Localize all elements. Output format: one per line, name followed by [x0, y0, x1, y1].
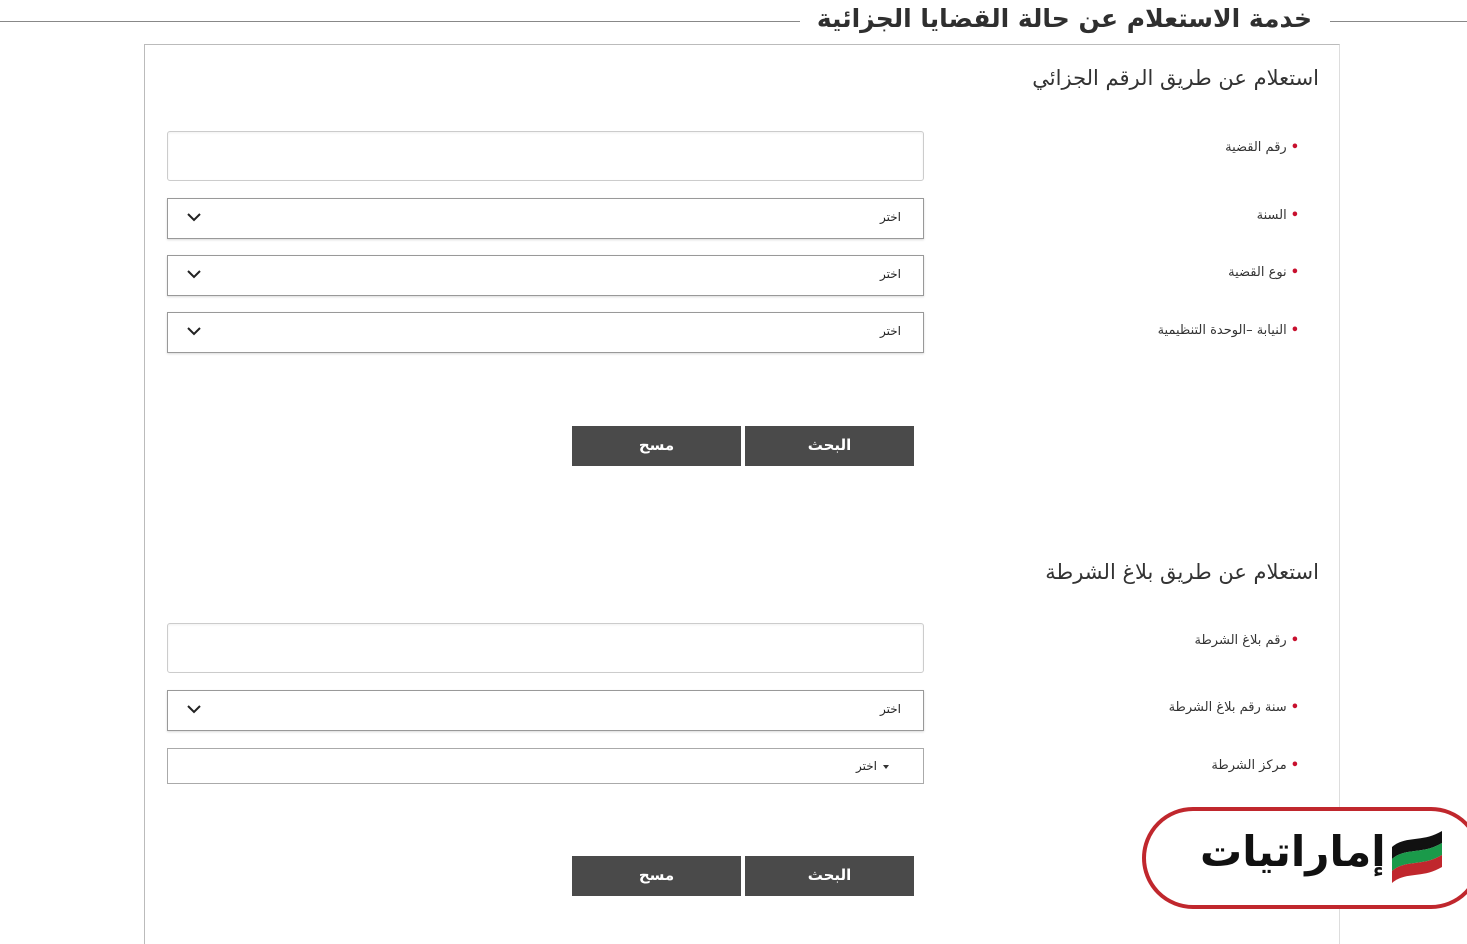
title-rule-right [1330, 21, 1467, 22]
chevron-down-icon [187, 270, 201, 279]
case-type-select[interactable]: اختر [167, 255, 924, 296]
label-police-report-year: •سنة رقم بلاغ الشرطة [1168, 700, 1299, 715]
search-button[interactable]: البحث [745, 426, 914, 466]
required-marker: • [1290, 140, 1299, 155]
case-type-select-value: اختر [880, 267, 901, 281]
label-prosecution-unit: •النيابة –الوحدة التنظيمية [1157, 323, 1299, 338]
watermark-logo: إماراتيات [1142, 807, 1467, 909]
chevron-down-icon [187, 213, 201, 222]
required-marker: • [1290, 208, 1299, 223]
label-case-number: •رقم القضية [1225, 140, 1299, 155]
year-select-value: اختر [880, 210, 901, 224]
required-marker: • [1290, 323, 1299, 338]
case-number-input[interactable] [167, 131, 924, 181]
prosecution-unit-select-value: اختر [880, 324, 901, 338]
page-title: خدمة الاستعلام عن حالة القضايا الجزائية [806, 4, 1322, 33]
required-marker: • [1290, 265, 1299, 280]
police-station-select[interactable]: اختر [167, 748, 924, 784]
section-heading-criminal-number: استعلام عن طريق الرقم الجزائي [1032, 66, 1319, 90]
clear-button[interactable]: مسح [572, 426, 741, 466]
caret-down-icon [883, 765, 889, 769]
prosecution-unit-select[interactable]: اختر [167, 312, 924, 353]
section-heading-police-report: استعلام عن طريق بلاغ الشرطة [1045, 560, 1319, 584]
watermark-text: إماراتيات [1200, 827, 1386, 876]
search-button[interactable]: البحث [745, 856, 914, 896]
required-marker: • [1290, 758, 1299, 773]
uae-flag-icon [1392, 831, 1442, 883]
label-year: •السنة [1256, 208, 1299, 223]
police-report-number-input[interactable] [167, 623, 924, 673]
chevron-down-icon [187, 327, 201, 336]
clear-button[interactable]: مسح [572, 856, 741, 896]
year-select[interactable]: اختر [167, 198, 924, 239]
police-report-year-select[interactable]: اختر [167, 690, 924, 731]
police-report-year-select-value: اختر [880, 702, 901, 716]
police-station-select-value: اختر [856, 759, 877, 773]
label-police-report-number: •رقم بلاغ الشرطة [1194, 633, 1299, 648]
label-police-station: •مركز الشرطة [1211, 758, 1299, 773]
required-marker: • [1290, 633, 1299, 648]
label-case-type: •نوع القضية [1228, 265, 1299, 280]
required-marker: • [1290, 700, 1299, 715]
title-rule-left [0, 21, 800, 22]
chevron-down-icon [187, 705, 201, 714]
